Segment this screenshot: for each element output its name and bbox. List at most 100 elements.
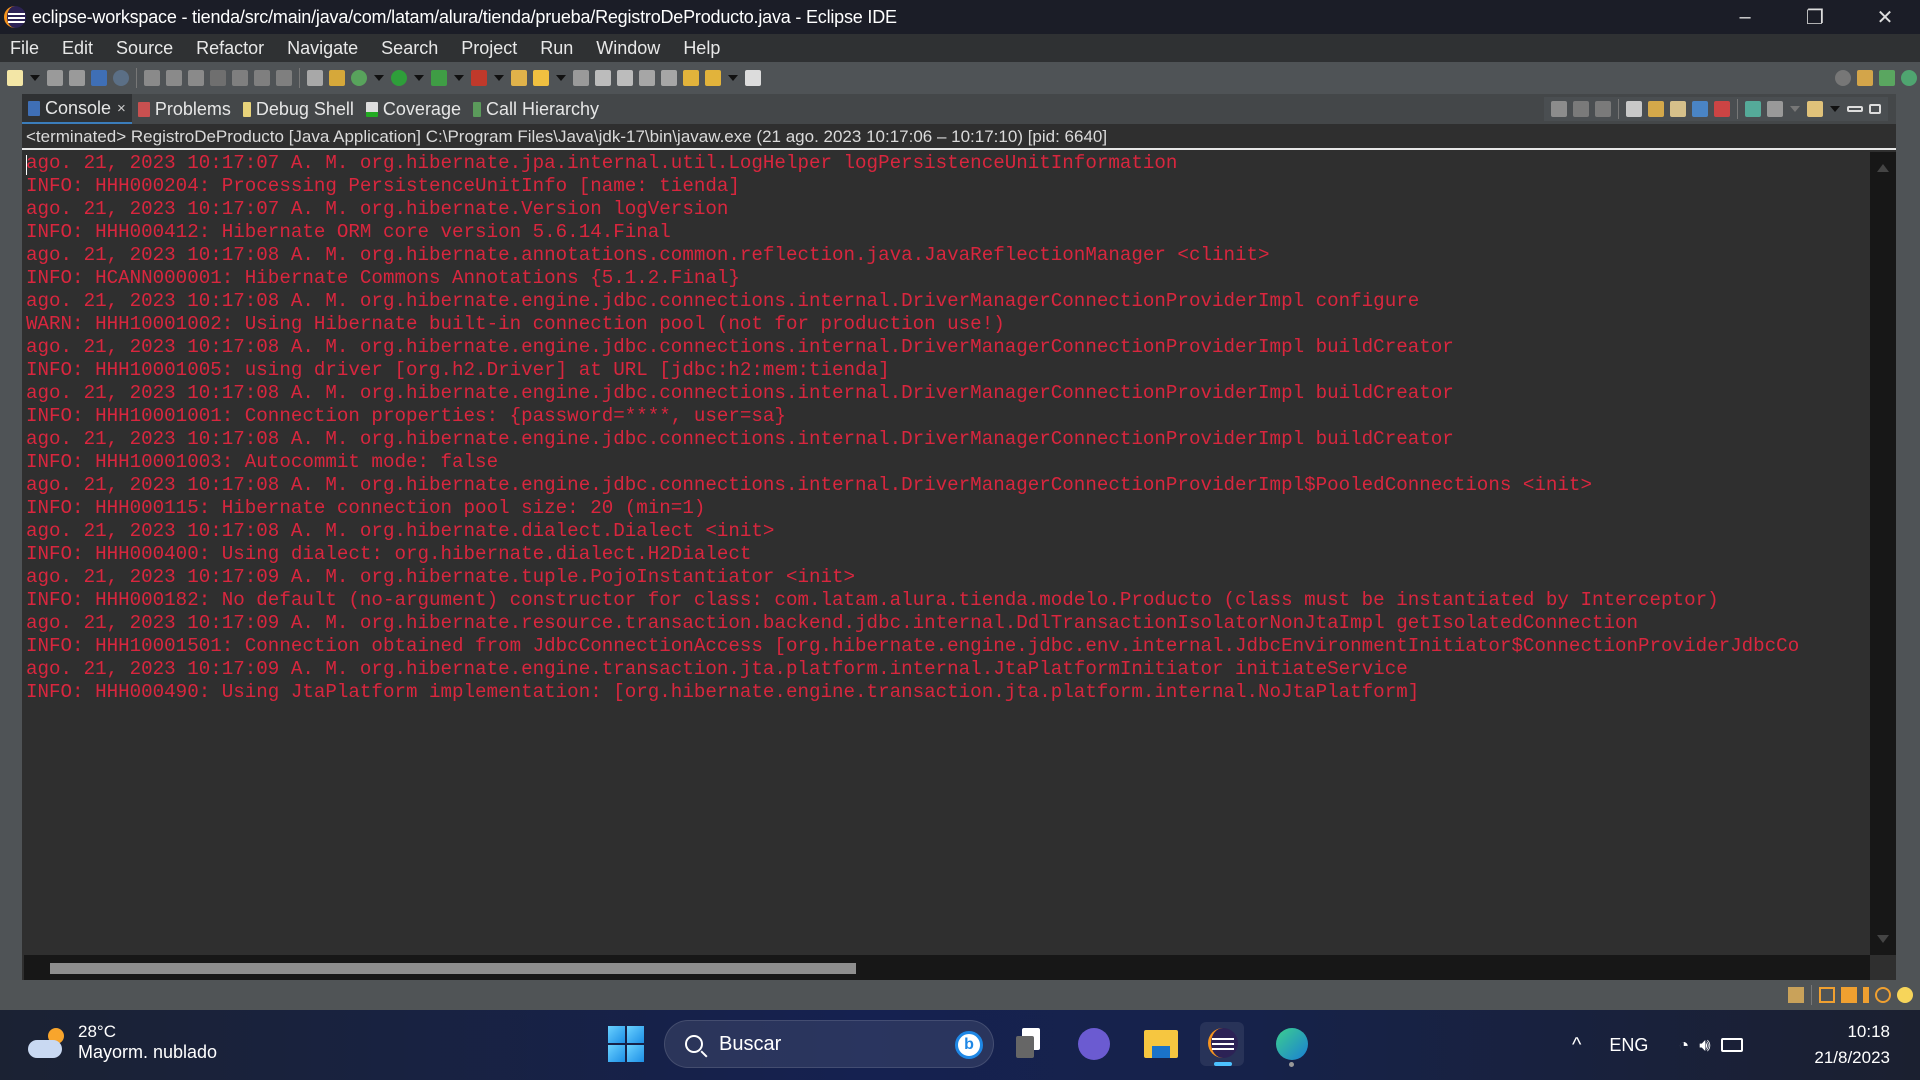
tutorials-icon[interactable] — [1841, 987, 1857, 1003]
menu-run[interactable]: Run — [540, 38, 573, 59]
horizontal-scroll-thumb[interactable] — [50, 963, 856, 974]
open-type-icon[interactable] — [511, 70, 527, 86]
save-all-icon[interactable] — [69, 70, 85, 86]
pin-console-icon[interactable] — [1745, 101, 1761, 117]
prev-annotation-icon[interactable] — [661, 70, 677, 86]
toggle-word-wrap-icon[interactable] — [595, 70, 611, 86]
remove-all-terminated-icon[interactable] — [1595, 101, 1611, 117]
debug-dropdown[interactable] — [374, 75, 384, 81]
step-into-icon[interactable] — [232, 70, 248, 86]
overview-icon[interactable] — [1819, 987, 1835, 1003]
run-external-icon[interactable] — [471, 70, 487, 86]
tip-of-the-day-icon[interactable] — [1897, 987, 1913, 1003]
weather-widget[interactable]: 28°C Mayorm. nublado — [28, 1022, 217, 1063]
close-tab-icon[interactable]: × — [117, 100, 126, 117]
terminate-icon[interactable] — [188, 70, 204, 86]
file-explorer-icon[interactable] — [1138, 1022, 1182, 1066]
toggle-mark-occurrences-icon[interactable] — [573, 70, 589, 86]
eclipse-icon[interactable] — [1200, 1022, 1244, 1066]
menu-search[interactable]: Search — [381, 38, 438, 59]
menu-help[interactable]: Help — [683, 38, 720, 59]
minimize-button[interactable]: – — [1710, 0, 1780, 34]
console-output[interactable]: ago. 21, 2023 10:17:07 A. M. org.hiberna… — [22, 152, 1870, 955]
scroll-up-arrow-icon[interactable] — [1877, 164, 1889, 172]
suspend-icon[interactable] — [166, 70, 182, 86]
tab-debug-shell[interactable]: Debug Shell — [237, 94, 360, 124]
scroll-lock-icon[interactable] — [1648, 101, 1664, 117]
remove-launch-icon[interactable] — [1573, 101, 1589, 117]
horizontal-scrollbar[interactable] — [24, 955, 1870, 980]
tab-coverage[interactable]: Coverage — [360, 94, 467, 124]
teams-chat-icon[interactable] — [1072, 1022, 1116, 1066]
wifi-icon[interactable]: ◔ — [1678, 1035, 1689, 1056]
save-icon[interactable] — [47, 70, 63, 86]
menu-navigate[interactable]: Navigate — [287, 38, 358, 59]
debug-perspective-icon[interactable] — [1901, 70, 1917, 86]
coverage-icon[interactable] — [431, 70, 447, 86]
disconnect-icon[interactable] — [210, 70, 226, 86]
taskbar-search[interactable]: Buscar b — [664, 1020, 994, 1068]
show-console-on-stderr-icon[interactable] — [1714, 101, 1730, 117]
edge-icon[interactable] — [1270, 1022, 1314, 1067]
show-whitespace-icon[interactable] — [617, 70, 633, 86]
vertical-scrollbar[interactable] — [1870, 152, 1896, 955]
open-console-dropdown[interactable] — [1830, 106, 1840, 112]
task-dropdown[interactable] — [556, 75, 566, 81]
forward-icon[interactable] — [705, 70, 721, 86]
menu-source[interactable]: Source — [116, 38, 173, 59]
tab-call-hierarchy[interactable]: Call Hierarchy — [467, 94, 605, 124]
run-dropdown[interactable] — [414, 75, 424, 81]
bing-icon[interactable]: b — [955, 1031, 983, 1059]
java-perspective-icon[interactable] — [1879, 70, 1895, 86]
word-wrap-icon[interactable] — [1670, 101, 1686, 117]
whats-new-icon[interactable] — [1863, 987, 1869, 1003]
nav-dropdown[interactable] — [728, 75, 738, 81]
samples-icon[interactable] — [1875, 987, 1891, 1003]
language-indicator[interactable]: ENG — [1609, 1035, 1648, 1056]
resume-icon[interactable] — [144, 70, 160, 86]
show-hidden-icons-button[interactable]: ^ — [1572, 1034, 1581, 1057]
new-icon[interactable] — [7, 70, 23, 86]
open-perspective-icon[interactable] — [1857, 70, 1873, 86]
new-dropdown[interactable] — [30, 75, 40, 81]
step-over-icon[interactable] — [254, 70, 270, 86]
clear-console-icon[interactable] — [1626, 101, 1642, 117]
display-console-icon[interactable] — [1767, 101, 1783, 117]
run-icon[interactable] — [391, 70, 407, 86]
menu-project[interactable]: Project — [461, 38, 517, 59]
search-icon[interactable] — [1835, 70, 1851, 86]
open-console-icon[interactable] — [1807, 101, 1823, 117]
task-view-icon[interactable] — [1010, 1022, 1054, 1066]
next-annotation-icon[interactable] — [639, 70, 655, 86]
menu-window[interactable]: Window — [596, 38, 660, 59]
clock[interactable]: 10:18 21/8/2023 — [1814, 1019, 1890, 1071]
display-console-dropdown[interactable] — [1790, 106, 1800, 112]
start-button[interactable] — [608, 1026, 644, 1062]
back-icon[interactable] — [683, 70, 699, 86]
tab-console[interactable]: Console × — [22, 94, 132, 124]
menu-edit[interactable]: Edit — [62, 38, 93, 59]
battery-icon[interactable] — [1720, 1038, 1743, 1052]
menu-refactor[interactable]: Refactor — [196, 38, 264, 59]
menu-file[interactable]: File — [10, 38, 39, 59]
pin-editor-icon[interactable] — [745, 70, 761, 86]
drop-to-frame-icon[interactable] — [307, 70, 323, 86]
use-step-filters-icon[interactable] — [329, 70, 345, 86]
console-icon[interactable] — [91, 70, 107, 86]
show-console-on-stdout-icon[interactable] — [1692, 101, 1708, 117]
external-dropdown[interactable] — [494, 75, 504, 81]
minimize-view-icon[interactable] — [1847, 106, 1863, 112]
step-return-icon[interactable] — [276, 70, 292, 86]
tab-problems[interactable]: Problems — [132, 94, 237, 124]
scroll-down-arrow-icon[interactable] — [1877, 935, 1889, 943]
coverage-dropdown[interactable] — [454, 75, 464, 81]
skip-breakpoints-icon[interactable] — [113, 70, 129, 86]
restore-button[interactable]: ❐ — [1780, 0, 1850, 34]
progress-icon[interactable] — [1788, 987, 1804, 1003]
open-task-icon[interactable] — [533, 70, 549, 86]
debug-icon[interactable] — [351, 70, 367, 86]
maximize-view-icon[interactable] — [1869, 104, 1881, 114]
volume-icon[interactable]: 🔊︎ — [1699, 1035, 1710, 1056]
terminate-icon[interactable] — [1551, 101, 1567, 117]
close-button[interactable]: ✕ — [1850, 0, 1920, 34]
